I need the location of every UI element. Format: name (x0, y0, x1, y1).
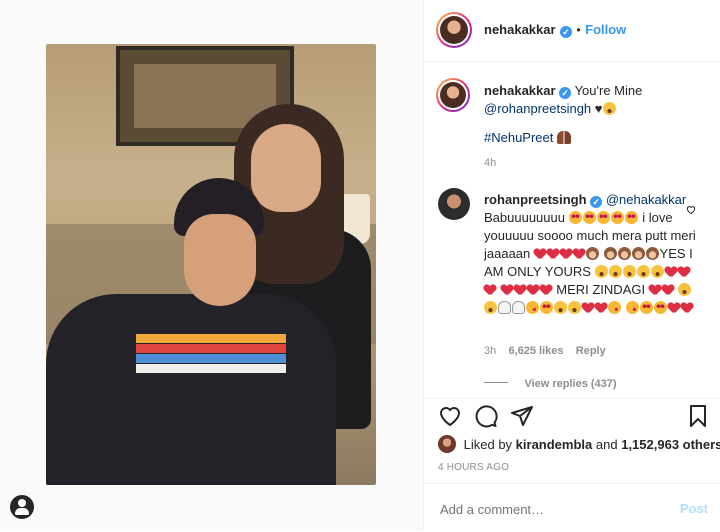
likes-count[interactable]: 1,152,963 others (621, 437, 720, 452)
comment-icon[interactable] (474, 404, 498, 428)
comment-line-1: Babuuuuuuuu (484, 210, 565, 225)
comments-list[interactable]: nehakakkar ✓ You're Mine @rohanpreetsing… (424, 62, 720, 396)
comment-line-4: MERI ZINDAGI (556, 282, 646, 297)
caption-heart: ♥ (594, 101, 603, 116)
post-date[interactable]: 4 HOURS AGO (438, 462, 509, 473)
verified-badge-icon: ✓ (590, 196, 603, 208)
caption-hashtag-line: #NehuPreet (484, 129, 572, 147)
post-comment-button[interactable]: Post (680, 501, 708, 516)
comment-mention[interactable]: @nehakakkar (606, 192, 686, 207)
caption-username[interactable]: nehakakkar (484, 83, 556, 98)
view-replies-row[interactable]: View replies (437) (484, 374, 617, 392)
woman-face (251, 124, 321, 212)
liked-by-label: Liked by (463, 437, 513, 452)
caption-text: You're Mine (574, 83, 643, 98)
liked-by-user[interactable]: kirandembla (516, 437, 593, 452)
comment: rohanpreetsingh ✓ @nehakakkar Babuuuuuuu… (484, 191, 696, 317)
man-figure (46, 294, 336, 485)
likes-summary: Liked by kirandembla and 1,152,963 other… (438, 435, 720, 453)
post-media-pane (0, 0, 424, 531)
view-replies-link[interactable]: View replies (437) (524, 378, 616, 390)
commenter-avatar[interactable] (438, 188, 470, 220)
couple-emoji-icon (557, 131, 572, 144)
man-face (184, 214, 256, 306)
separator-dot: • (576, 23, 581, 37)
caption-time: 4h (484, 157, 497, 169)
caption-mention[interactable]: @rohanpreetsingh (484, 101, 591, 116)
verified-badge-icon: ✓ (559, 87, 572, 99)
comment-time: 3h (484, 345, 497, 357)
comment-meta: 3h 6,625 likes Reply (484, 345, 606, 357)
verified-badge-icon: ✓ (560, 26, 573, 38)
bookmark-icon[interactable] (686, 404, 710, 428)
caption: nehakakkar ✓ You're Mine @rohanpreetsing… (484, 82, 704, 118)
add-comment-input[interactable] (438, 498, 662, 520)
heart-icon[interactable] (438, 404, 462, 428)
comment-username[interactable]: rohanpreetsingh (484, 192, 587, 207)
liker-avatar[interactable] (438, 435, 456, 453)
share-icon[interactable] (510, 404, 534, 428)
liked-by-and: and (595, 437, 618, 452)
post-details-pane: nehakakkar ✓ • Follow nehakakkar ✓ You'r… (424, 0, 720, 531)
post-photo[interactable] (46, 44, 376, 485)
reply-button[interactable]: Reply (576, 345, 606, 357)
comment-like-heart-icon[interactable] (686, 201, 696, 215)
post-header: nehakakkar ✓ • Follow (424, 0, 720, 62)
comment-likes[interactable]: 6,625 likes (508, 345, 563, 357)
add-comment-bar: Post (424, 483, 720, 532)
smile-emoji-icon (602, 102, 616, 115)
caption-hashtag[interactable]: #NehuPreet (484, 130, 553, 145)
follow-button[interactable]: Follow (585, 22, 626, 37)
author-username[interactable]: nehakakkar (484, 22, 556, 37)
caption-avatar[interactable] (436, 78, 470, 112)
author-avatar[interactable] (436, 12, 472, 48)
profile-icon[interactable] (10, 495, 34, 519)
